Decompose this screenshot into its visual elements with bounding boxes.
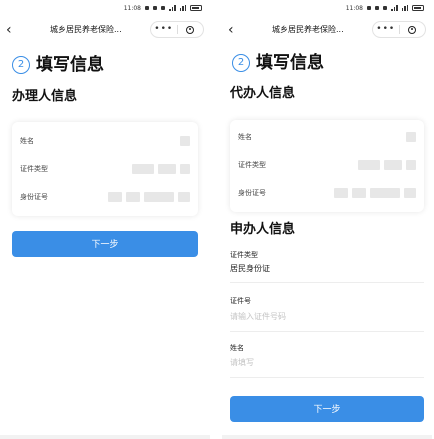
target-circle-icon	[408, 25, 417, 34]
section-title-handler: 办理人信息	[12, 89, 78, 104]
navbar: ‹ 城乡居民养老保险... •••	[0, 20, 210, 42]
status-bar: 11:08	[346, 4, 424, 12]
field-label: 证件类型	[20, 165, 48, 173]
next-step-button[interactable]: 下一步	[230, 396, 424, 422]
field-label: 证件类型	[238, 161, 266, 169]
doc-number-label: 证件号	[230, 297, 251, 305]
field-label: 身份证号	[238, 189, 266, 197]
field-id-number: 身份证号	[238, 186, 416, 200]
page-title: 城乡居民养老保险...	[50, 25, 122, 34]
mini-program-capsule: •••	[150, 21, 204, 38]
close-button[interactable]	[178, 22, 204, 37]
field-label: 姓名	[238, 133, 252, 141]
section-title-agent: 代办人信息	[230, 86, 296, 101]
name-label: 姓名	[230, 344, 244, 352]
section-title-applicant: 申办人信息	[230, 222, 296, 237]
mini-program-capsule: •••	[372, 21, 426, 38]
name-input[interactable]	[230, 355, 416, 369]
eye-icon	[375, 6, 379, 10]
battery-icon	[190, 5, 202, 11]
masked-value	[180, 136, 190, 146]
step-title: 填写信息	[36, 55, 104, 75]
eye-icon	[153, 6, 157, 10]
signal-icon	[169, 5, 176, 11]
back-button[interactable]: ‹	[228, 21, 234, 39]
status-bar: 11:08	[124, 4, 202, 12]
notification-icon	[145, 6, 149, 10]
status-time: 11:08	[345, 4, 363, 12]
divider	[230, 331, 424, 332]
home-indicator	[0, 435, 210, 439]
field-name: 姓名	[20, 134, 190, 148]
step-title: 填写信息	[256, 53, 324, 73]
field-id-type: 证件类型	[238, 158, 416, 172]
field-label: 姓名	[20, 137, 34, 145]
phone-screen-left: 11:08 ‹ 城乡居民养老保险... ••• 2 填写信息 办理人信息 姓名 …	[0, 0, 210, 439]
navbar: ‹ 城乡居民养老保险... •••	[222, 20, 432, 42]
divider	[230, 282, 424, 283]
battery-icon	[412, 5, 424, 11]
agent-info-card: 姓名 证件类型 身份证号	[230, 120, 424, 212]
masked-value	[406, 132, 416, 142]
home-indicator	[222, 435, 432, 439]
notification-icon	[367, 6, 371, 10]
handler-info-card: 姓名 证件类型 身份证号	[12, 122, 198, 216]
masked-value	[108, 192, 190, 202]
target-circle-icon	[186, 25, 195, 34]
page-title: 城乡居民养老保险...	[272, 25, 344, 34]
signal-icon	[391, 5, 398, 11]
phone-screen-right: 11:08 ‹ 城乡居民养老保险... ••• 2 填写信息 代办人信息 姓名 …	[222, 0, 432, 439]
field-name: 姓名	[238, 130, 416, 144]
masked-value	[132, 164, 190, 174]
mute-icon	[383, 6, 387, 10]
field-label: 身份证号	[20, 193, 48, 201]
more-button[interactable]: •••	[373, 22, 399, 37]
divider	[230, 377, 424, 378]
back-button[interactable]: ‹	[6, 21, 12, 39]
masked-value	[334, 188, 416, 198]
doc-number-input[interactable]	[230, 309, 416, 323]
more-button[interactable]: •••	[151, 22, 177, 37]
field-id-number: 身份证号	[20, 190, 190, 204]
step-header: 2 填写信息	[232, 52, 324, 74]
next-step-button[interactable]: 下一步	[12, 231, 198, 257]
doc-type-label: 证件类型	[230, 251, 258, 259]
step-number: 2	[232, 54, 250, 72]
close-button[interactable]	[400, 22, 426, 37]
mute-icon	[161, 6, 165, 10]
doc-type-select[interactable]: 居民身份证	[230, 263, 270, 274]
wifi-icon	[401, 5, 408, 11]
field-id-type: 证件类型	[20, 162, 190, 176]
masked-value	[358, 160, 416, 170]
wifi-icon	[179, 5, 186, 11]
step-header: 2 填写信息	[12, 54, 104, 76]
status-time: 11:08	[123, 4, 141, 12]
step-number: 2	[12, 56, 30, 74]
